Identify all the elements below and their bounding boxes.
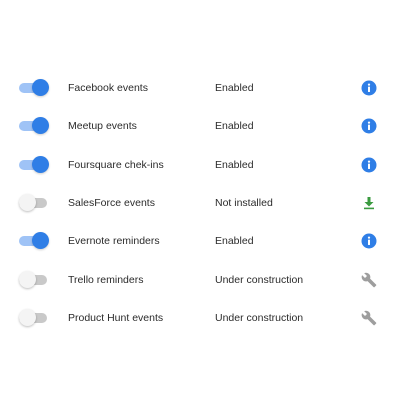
integration-name: Trello reminders [68, 273, 144, 286]
integration-name: Product Hunt events [68, 311, 164, 324]
list-item: Meetup events Enabled [0, 107, 400, 145]
info-icon[interactable] [361, 233, 377, 249]
toggle-switch[interactable] [19, 117, 49, 135]
integration-status: Not installed [215, 197, 273, 210]
integration-status: Under construction [215, 311, 304, 324]
toggle-switch[interactable] [19, 232, 49, 250]
integration-name: Foursquare chek-ins [68, 158, 164, 171]
toggle-knob [32, 117, 49, 135]
list-item: Product Hunt events Under construction [0, 299, 400, 337]
integration-status: Enabled [215, 82, 254, 95]
info-icon[interactable] [361, 157, 377, 173]
list-item: Foursquare chek-ins Enabled [0, 146, 400, 184]
list-item: Evernote reminders Enabled [0, 222, 400, 260]
download-icon[interactable] [361, 195, 377, 211]
toggle-switch[interactable] [19, 79, 49, 97]
list-item: SalesForce events Not installed [0, 184, 400, 222]
toggle-switch[interactable] [19, 155, 49, 173]
toggle-knob [32, 79, 49, 97]
integration-status: Under construction [215, 273, 304, 286]
integration-name: Facebook events [68, 82, 148, 95]
toggle-knob [19, 270, 36, 288]
integrations-list: Facebook events Enabled Meetup events En… [0, 69, 400, 337]
toggle-knob [32, 155, 49, 173]
toggle-switch[interactable] [19, 194, 49, 212]
info-icon[interactable] [361, 80, 377, 96]
integration-status: Enabled [215, 120, 254, 133]
list-item: Facebook events Enabled [0, 69, 400, 107]
integration-name: SalesForce events [68, 197, 155, 210]
toggle-switch[interactable] [19, 308, 49, 326]
info-icon[interactable] [361, 118, 377, 134]
toggle-knob [19, 194, 36, 212]
integration-status: Enabled [215, 158, 254, 171]
toggle-knob [19, 308, 36, 326]
wrench-icon[interactable] [361, 310, 377, 326]
toggle-switch[interactable] [19, 270, 49, 288]
integration-name: Evernote reminders [68, 235, 160, 248]
wrench-icon[interactable] [361, 272, 377, 288]
integration-name: Meetup events [68, 120, 137, 133]
integration-status: Enabled [215, 235, 254, 248]
toggle-knob [32, 232, 49, 250]
list-item: Trello reminders Under construction [0, 260, 400, 298]
